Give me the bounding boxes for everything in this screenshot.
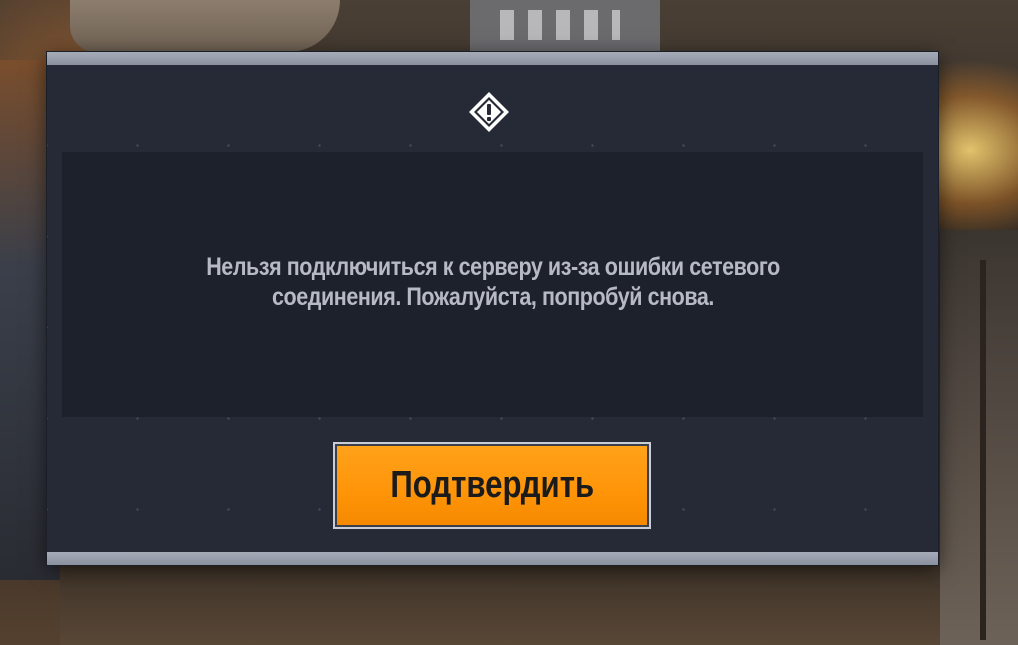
confirm-button-label: Подтвердить	[390, 464, 594, 506]
background-building	[470, 0, 660, 55]
warning-icon	[469, 92, 509, 132]
error-message: Нельзя подключиться к серверу из-за ошиб…	[205, 252, 780, 311]
dialog-top-bar	[47, 52, 938, 65]
message-box: Нельзя подключиться к серверу из-за ошиб…	[62, 152, 923, 417]
confirm-button[interactable]: Подтвердить	[333, 442, 651, 529]
background-character-cap	[70, 0, 340, 52]
dialog-bottom-bar	[47, 552, 938, 565]
background-structure	[940, 230, 1018, 645]
confirm-button-face: Подтвердить	[337, 446, 647, 525]
network-error-dialog: Нельзя подключиться к серверу из-за ошиб…	[47, 52, 938, 565]
game-screen: Нельзя подключиться к серверу из-за ошиб…	[0, 0, 1018, 645]
background-ground	[60, 565, 940, 645]
